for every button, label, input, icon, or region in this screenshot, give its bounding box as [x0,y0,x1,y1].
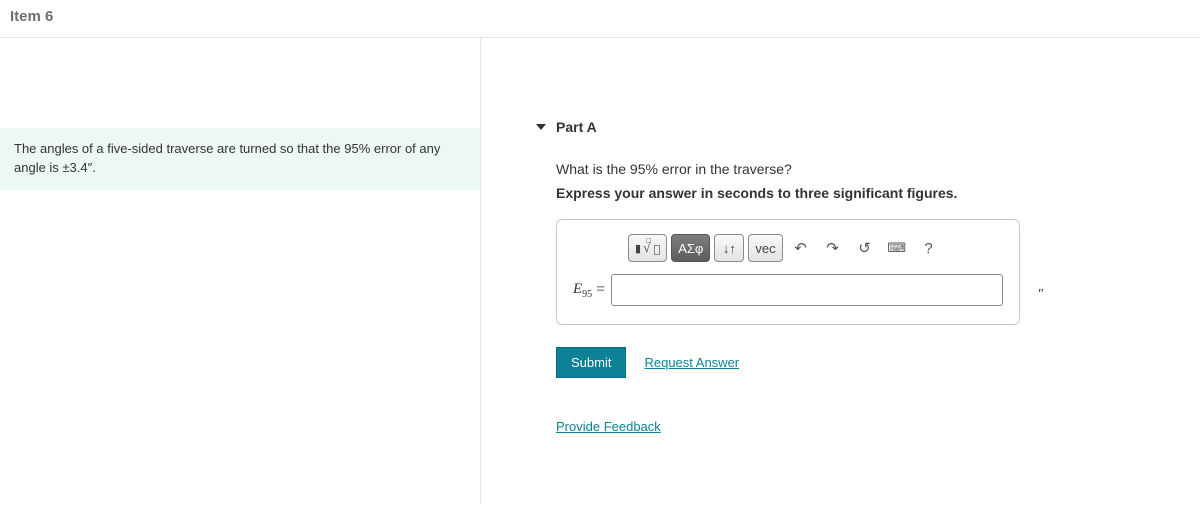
item-title: Item 6 [10,8,1190,25]
problem-text: The angles of a five-sided traverse are … [14,141,344,156]
right-pane: Part A What is the 95% error in the trav… [481,38,1200,503]
templates-button[interactable]: ▮ □ √ [628,234,667,262]
answer-input[interactable] [611,274,1003,306]
request-answer-link[interactable]: Request Answer [644,355,739,370]
variable-label: E95 [573,281,592,300]
equation-toolbar: ▮ □ √ ΑΣφ ↓↑ vec ↶ ↷ [628,234,1003,262]
redo-icon[interactable]: ↷ [819,234,847,262]
left-pane: The angles of a five-sided traverse are … [0,38,481,503]
problem-percent: 95% [344,141,370,156]
part-label: Part A [556,119,597,135]
problem-statement: The angles of a five-sided traverse are … [0,128,480,190]
submit-button[interactable]: Submit [556,347,626,378]
help-icon[interactable]: ? [915,234,943,262]
greek-button[interactable]: ΑΣφ [671,234,710,262]
unit-seconds: ″ [1038,287,1044,303]
answer-instruction: Express your answer in seconds to three … [556,185,1160,201]
problem-tolerance: ±3.4″ [62,160,92,175]
subsup-button[interactable]: ↓↑ [714,234,744,262]
page-header: Item 6 [0,0,1200,38]
problem-text: . [92,160,96,175]
part-a-header[interactable]: Part A [536,113,1160,141]
reset-icon[interactable]: ↺ [851,234,879,262]
equals-sign: = [596,281,605,299]
provide-feedback-link[interactable]: Provide Feedback [556,419,661,434]
undo-icon[interactable]: ↶ [787,234,815,262]
question-text: What is the 95% error in the traverse? [556,161,1160,177]
answer-box: ▮ □ √ ΑΣφ ↓↑ vec ↶ ↷ [556,219,1020,325]
caret-down-icon [536,124,546,130]
keyboard-icon[interactable]: ⌨ [883,234,911,262]
vec-button[interactable]: vec [748,234,782,262]
